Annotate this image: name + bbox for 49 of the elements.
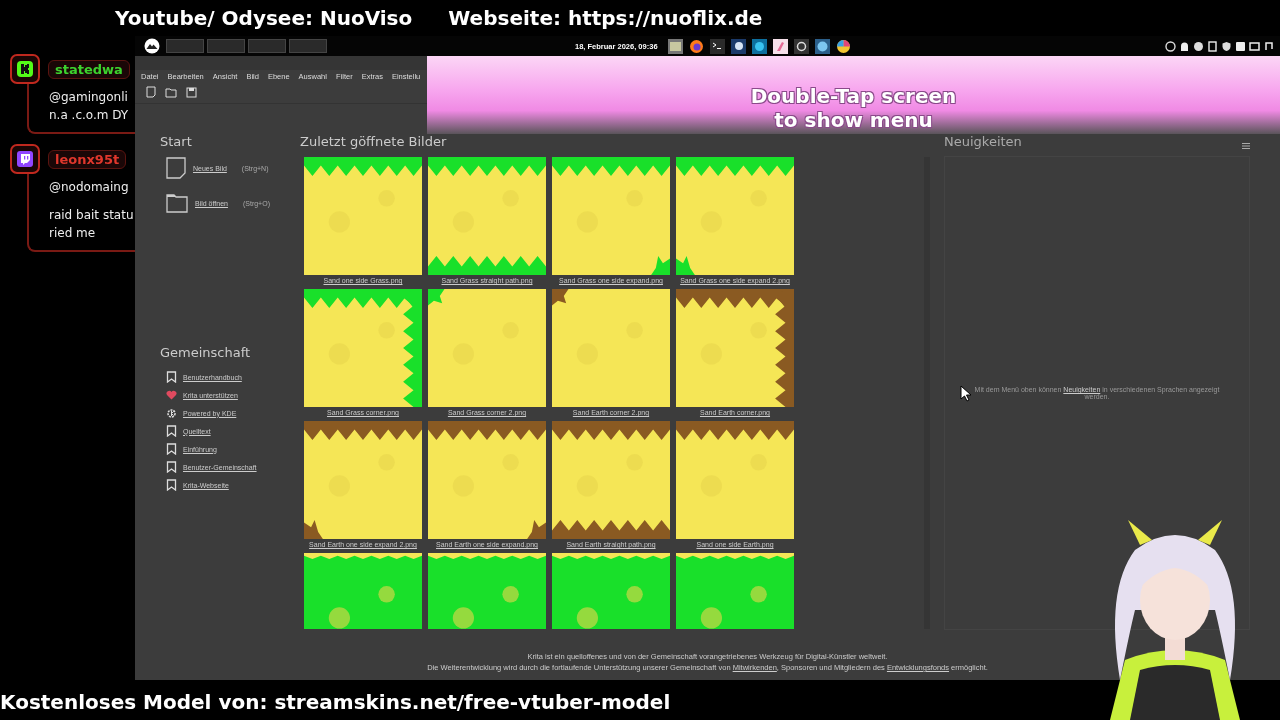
menu-icon[interactable] (1242, 142, 1250, 149)
bookmark-icon (166, 425, 177, 437)
window-thumbnail[interactable] (166, 39, 204, 53)
community-heading: Gemeinschaft (160, 345, 252, 360)
globe-icon[interactable] (814, 38, 830, 54)
file-manager-icon[interactable] (667, 38, 683, 54)
window-thumbnail[interactable] (248, 39, 286, 53)
chat-username: leonx95t (48, 149, 127, 169)
aperture-icon[interactable] (793, 38, 809, 54)
heart-icon (166, 390, 177, 400)
mountain-logo-icon[interactable] (144, 38, 160, 54)
network-tray-icon[interactable] (1165, 40, 1176, 52)
news-heading: Neuigkeiten (944, 134, 1022, 149)
bookmark-icon (166, 371, 177, 383)
window-thumbnail[interactable] (207, 39, 245, 53)
chat-message-text: raid bait statu ried me (49, 207, 135, 242)
chat-message-text: @nodomaing (49, 179, 130, 196)
storage-tray-icon[interactable] (1235, 40, 1246, 52)
color-wheel-icon[interactable] (835, 38, 851, 54)
menu-hint-overlay[interactable]: Double-Tap screen to show menu (427, 56, 1280, 134)
start-heading: Start (160, 134, 193, 149)
save-icon[interactable] (186, 86, 197, 98)
bookmark-icon (166, 443, 177, 455)
folder-icon[interactable] (166, 193, 188, 213)
folder-icon[interactable] (165, 86, 177, 98)
browser-icon[interactable] (688, 38, 704, 54)
new-document-icon[interactable] (166, 157, 186, 179)
website-banner-text: Webseite: https://nuoflix.de (448, 6, 763, 30)
model-credit-text: Kostenloses Model von: streamskins.net/free-vtuber-model (0, 690, 671, 714)
new-document-icon[interactable] (146, 86, 156, 98)
bookmark-icon (166, 479, 177, 491)
window-thumbnail[interactable] (289, 39, 327, 53)
channel-banner-text: Youtube/ Odysee: NuoViso (115, 6, 413, 30)
bookmark-icon (166, 461, 177, 473)
ghost-tray-icon[interactable] (1179, 40, 1190, 52)
shield-tray-icon[interactable] (1221, 40, 1232, 52)
chat-username: statedwa (48, 59, 130, 79)
terminal-icon[interactable] (709, 38, 725, 54)
chat-message-text: @gamingonli n.a .c.o.m DY (49, 89, 130, 124)
menu-hint-text: Double-Tap screen to show menu (750, 84, 957, 132)
clipboard-tray-icon[interactable] (1207, 40, 1218, 52)
monitor-tray-icon[interactable] (1249, 40, 1260, 52)
twitch-icon (17, 151, 33, 167)
brush-app-icon[interactable] (772, 38, 788, 54)
gear-icon (166, 407, 177, 419)
recent-images-heading: Zuletzt göffnete Bilder (300, 134, 448, 149)
cursor-icon (960, 385, 972, 402)
kick-icon (17, 61, 33, 77)
circle-app-icon[interactable] (751, 38, 767, 54)
